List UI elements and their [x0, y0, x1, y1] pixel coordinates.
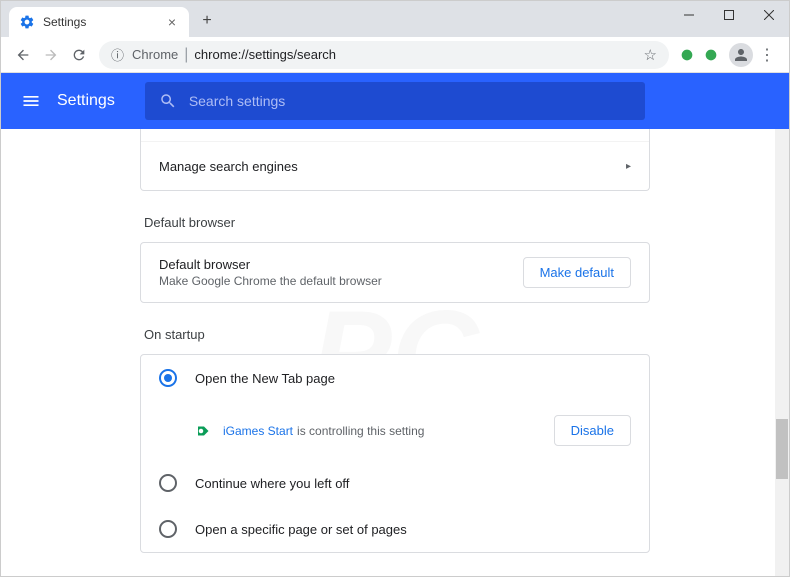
forward-button[interactable]: [37, 41, 65, 69]
address-bar[interactable]: ⓘ Chrome | chrome://settings/search ☆: [99, 41, 669, 69]
window-close-button[interactable]: [749, 1, 789, 29]
new-tab-button[interactable]: +: [193, 7, 221, 35]
tab-title: Settings: [43, 15, 165, 29]
default-browser-card: Default browser Make Google Chrome the d…: [140, 242, 650, 303]
site-info-icon[interactable]: ⓘ: [111, 45, 124, 64]
profile-avatar[interactable]: [729, 43, 753, 67]
extension-controlling-row: iGames Start is controlling this setting…: [141, 401, 649, 460]
extension-icon[interactable]: [679, 47, 695, 63]
window-minimize-button[interactable]: [669, 1, 709, 29]
section-heading-default-browser: Default browser: [144, 215, 650, 230]
search-input[interactable]: [189, 93, 631, 109]
row-label: Manage search engines: [159, 159, 298, 174]
settings-gear-icon: [19, 14, 35, 30]
radio-button[interactable]: [159, 520, 177, 538]
startup-option-new-tab[interactable]: Open the New Tab page: [141, 355, 649, 401]
option-label: Continue where you left off: [195, 476, 349, 491]
browser-titlebar: Settings × +: [1, 1, 789, 37]
on-startup-card: Open the New Tab page iGames Start is co…: [140, 354, 650, 553]
make-default-button[interactable]: Make default: [523, 257, 631, 288]
disable-extension-button[interactable]: Disable: [554, 415, 631, 446]
settings-search[interactable]: [145, 82, 645, 120]
hamburger-menu-icon[interactable]: [21, 91, 41, 111]
url-path: chrome://settings/search: [194, 47, 336, 62]
reload-button[interactable]: [65, 41, 93, 69]
startup-option-specific-pages[interactable]: Open a specific page or set of pages: [141, 506, 649, 552]
extension-name-link[interactable]: iGames Start: [223, 424, 293, 438]
card-subtitle: Make Google Chrome the default browser: [159, 274, 382, 288]
section-heading-on-startup: On startup: [144, 327, 650, 342]
chevron-right-icon: ▸: [626, 161, 631, 172]
search-icon: [159, 92, 177, 110]
option-label: Open the New Tab page: [195, 371, 335, 386]
option-label: Open a specific page or set of pages: [195, 522, 407, 537]
radio-button[interactable]: [159, 474, 177, 492]
card-title: Default browser: [159, 257, 382, 272]
radio-button[interactable]: [159, 369, 177, 387]
browser-toolbar: ⓘ Chrome | chrome://settings/search ☆ ⋮: [1, 37, 789, 73]
bookmark-star-icon[interactable]: ☆: [644, 46, 657, 64]
page-title: Settings: [57, 92, 115, 110]
window-maximize-button[interactable]: [709, 1, 749, 29]
tab-close-icon[interactable]: ×: [165, 15, 179, 29]
back-button[interactable]: [9, 41, 37, 69]
startup-option-continue[interactable]: Continue where you left off: [141, 460, 649, 506]
scrollbar[interactable]: [775, 129, 789, 576]
settings-header: Settings: [1, 73, 789, 129]
settings-content: PC risk.com Manage search engines ▸ Defa…: [1, 129, 789, 576]
chrome-menu-button[interactable]: ⋮: [753, 45, 781, 65]
extension-logo-icon: [195, 425, 213, 437]
url-host: Chrome: [132, 47, 178, 62]
search-engine-card: Manage search engines ▸: [140, 129, 650, 191]
scrollbar-thumb[interactable]: [776, 419, 788, 479]
manage-search-engines-row[interactable]: Manage search engines ▸: [141, 142, 649, 190]
advanced-toggle[interactable]: Advanced ▾: [140, 553, 650, 576]
extension-icon[interactable]: [703, 47, 719, 63]
browser-tab[interactable]: Settings ×: [9, 7, 189, 37]
extension-msg: is controlling this setting: [297, 424, 424, 438]
